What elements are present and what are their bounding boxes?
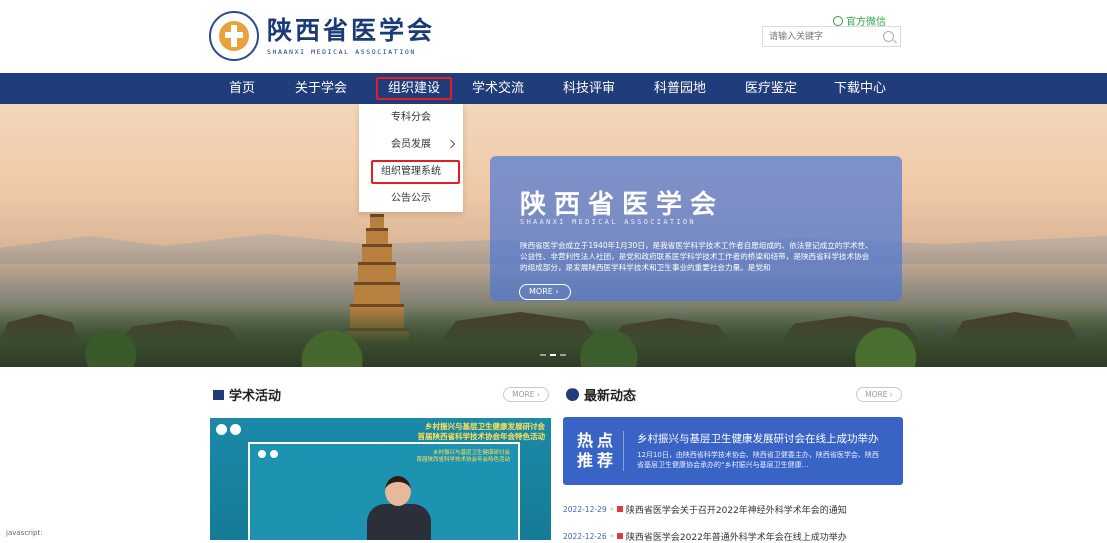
speaker-figure: [367, 474, 431, 540]
intro-text: 陕西省医学会成立于1940年1月30日，是我省医学科学技术工作者自愿组成的、依法…: [520, 241, 873, 272]
nav-item-home[interactable]: 首页: [222, 73, 262, 104]
search-icon[interactable]: [883, 31, 894, 42]
carousel-dot[interactable]: [550, 354, 556, 356]
search-input[interactable]: [763, 30, 881, 43]
association-emblem-icon: [209, 11, 259, 61]
news-date: 2022-12-29: [563, 504, 607, 514]
latest-section-title: 最新动态: [584, 389, 637, 404]
menu-item-announcements[interactable]: 公告公示: [359, 186, 463, 212]
news-item[interactable]: 2022-12-29 » 陕西省医学会关于召开2022年神经外科学术年会的通知: [563, 502, 847, 516]
hot-recommend-card[interactable]: 热点推荐 乡村振兴与基层卫生健康发展研讨会在线上成功举办 12月10日，由陕西省…: [563, 417, 903, 485]
wechat-icon: [833, 15, 843, 26]
nav-item-science[interactable]: 科普园地: [652, 73, 708, 104]
emblem-icon: [230, 424, 241, 435]
academic-section-header: 学术活动: [213, 385, 281, 404]
nav-item-academic[interactable]: 学术交流: [470, 73, 526, 104]
academic-more-button[interactable]: MORE ›: [503, 387, 549, 402]
nav-item-review[interactable]: 科技评审: [561, 73, 617, 104]
carousel-indicators: [540, 354, 566, 356]
flag-icon: [616, 533, 623, 539]
menu-highlight-box: [371, 160, 460, 184]
activity-icon: [213, 389, 224, 400]
intro-title: 陕西省医学会: [520, 190, 725, 220]
nav-highlight-box: [376, 77, 452, 100]
chevron-right-icon: [446, 139, 456, 149]
logo-english-name: SHAANXI MEDICAL ASSOCIATION: [267, 48, 416, 56]
hot-title: 乡村振兴与基层卫生健康发展研讨会在线上成功举办: [637, 433, 879, 445]
latest-section-header: 最新动态: [566, 384, 637, 404]
hot-label: 热点推荐: [577, 431, 618, 470]
news-date: 2022-12-26: [563, 531, 607, 541]
menu-item-specialty-branches[interactable]: 专科分会: [359, 105, 463, 131]
intro-more-button[interactable]: MORE ›: [519, 284, 571, 300]
carousel-dot[interactable]: [540, 354, 546, 356]
video-inner-title: 乡村振兴与基层卫生健康研讨会 首届陕西省科学技术协会年会特色活动: [416, 450, 510, 463]
chat-bubble-icon: [566, 384, 579, 401]
flag-icon: [616, 506, 623, 512]
intro-subtitle: SHAANXI MEDICAL ASSOCIATION: [520, 218, 696, 226]
latest-more-button[interactable]: MORE ›: [856, 387, 902, 402]
news-item[interactable]: 2022-12-26 » 陕西省医学会2022年普通外科学术年会在线上成功举办: [563, 529, 847, 543]
nav-item-appraisal[interactable]: 医疗鉴定: [743, 73, 799, 104]
carousel-dot[interactable]: [560, 354, 566, 356]
organization-dropdown-menu: 专科分会 会员发展 组织管理系统 公告公示: [359, 104, 463, 212]
emblem-icon: [216, 424, 227, 435]
main-nav: 首页 关于学会 组织建设 学术交流 科技评审 科普园地 医疗鉴定 下载中心: [0, 73, 1107, 104]
site-header: 陕西省医学会 SHAANXI MEDICAL ASSOCIATION 官方微信: [0, 0, 1107, 73]
video-title: 乡村振兴与基层卫生健康发展研讨会 首届陕西省科学技术协会年会特色活动: [417, 422, 546, 441]
academic-video[interactable]: 乡村振兴与基层卫生健康发展研讨会 首届陕西省科学技术协会年会特色活动 乡村振兴与…: [210, 418, 551, 540]
search-box: [762, 26, 901, 47]
intro-card: 陕西省医学会 SHAANXI MEDICAL ASSOCIATION 陕西省医学…: [490, 156, 902, 301]
news-title: 陕西省医学会2022年普通外科学术年会在线上成功举办: [625, 532, 847, 543]
menu-item-member-development[interactable]: 会员发展: [359, 132, 463, 158]
logo-chinese-name: 陕西省医学会: [267, 16, 436, 45]
nav-item-about[interactable]: 关于学会: [294, 73, 348, 104]
browser-status-text: javascript:: [6, 529, 43, 537]
site-logo[interactable]: 陕西省医学会 SHAANXI MEDICAL ASSOCIATION: [209, 10, 435, 62]
nav-item-download[interactable]: 下载中心: [832, 73, 888, 104]
hot-description: 12月10日，由陕西省科学技术协会、陕西省卫健委主办，陕西省医学会、陕西省基层卫…: [637, 451, 879, 469]
news-title: 陕西省医学会关于召开2022年神经外科学术年会的通知: [625, 505, 847, 516]
academic-section-title: 学术活动: [229, 389, 282, 404]
